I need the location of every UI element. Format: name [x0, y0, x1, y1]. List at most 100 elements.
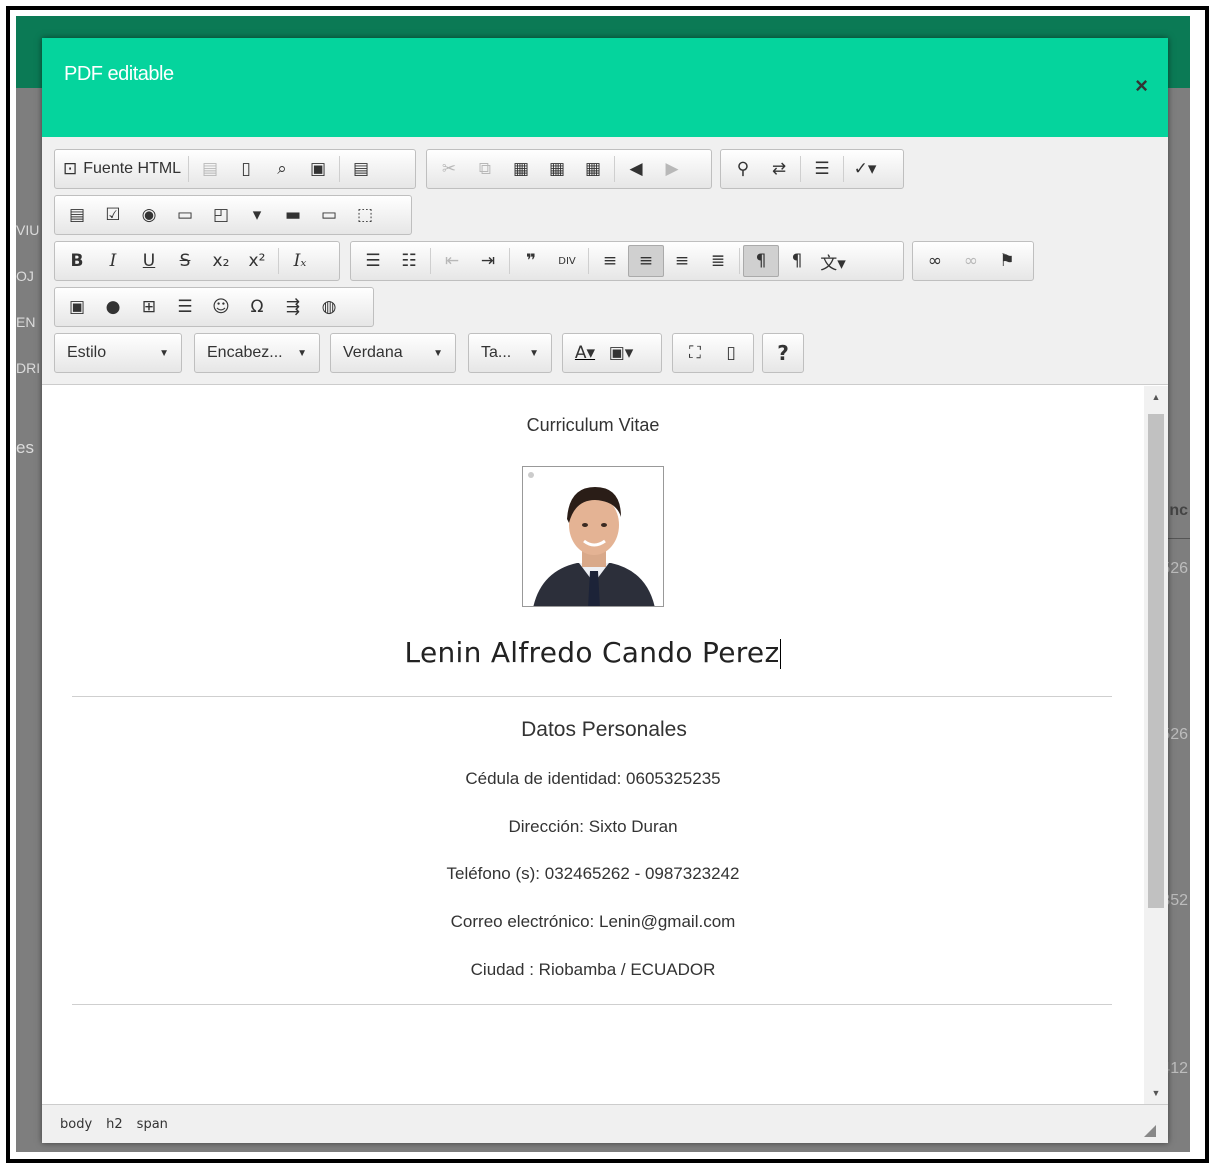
indent-icon[interactable]: ⇥: [470, 245, 506, 277]
font-value: Verdana: [343, 344, 403, 361]
toolbar-group-links: ∞ ∞ ⚑: [912, 241, 1034, 281]
outdent-icon[interactable]: ⇤: [434, 245, 470, 277]
align-left-icon[interactable]: ≡: [592, 245, 628, 277]
replace-icon[interactable]: ⇄: [761, 153, 797, 185]
background-text: es: [16, 438, 34, 457]
select-all-icon[interactable]: ☰: [804, 153, 840, 185]
italic-icon[interactable]: I: [95, 245, 131, 277]
align-right-icon[interactable]: ≡: [664, 245, 700, 277]
ltr-icon[interactable]: ¶: [743, 245, 779, 277]
cut-icon[interactable]: ✂: [431, 153, 467, 185]
help-button[interactable]: ?: [768, 337, 798, 369]
save-icon[interactable]: ▤: [192, 153, 228, 185]
new-page-icon[interactable]: ▯: [228, 153, 264, 185]
modal-header: PDF editable ×: [42, 38, 1168, 137]
size-dropdown[interactable]: Ta... ▼: [468, 333, 552, 373]
toolbar-group-tools: ⛶ ▯: [672, 333, 754, 373]
hiddenfield-icon[interactable]: ⬚: [347, 199, 383, 231]
unlink-icon[interactable]: ∞: [953, 245, 989, 277]
justify-icon[interactable]: ≣: [700, 245, 736, 277]
info-line: Cédula de identidad: 0605325235: [465, 769, 721, 788]
candidate-name: Lenin Alfredo Cando Perez: [42, 636, 1144, 669]
background-text: DRI: [16, 360, 41, 376]
source-icon: ⊡: [63, 159, 78, 179]
copy-icon[interactable]: ⧉: [467, 153, 503, 185]
textfield-icon[interactable]: ▭: [167, 199, 203, 231]
spellcheck-icon[interactable]: ✓▾: [847, 153, 883, 185]
numbered-list-icon[interactable]: ☰: [355, 245, 391, 277]
strike-icon[interactable]: S: [167, 245, 203, 277]
bulleted-list-icon[interactable]: ☷: [391, 245, 427, 277]
font-dropdown[interactable]: Verdana ▼: [330, 333, 456, 373]
text-color-icon[interactable]: A▾: [567, 337, 603, 369]
align-center-icon[interactable]: ≡: [628, 245, 664, 277]
scroll-down-icon[interactable]: ▼: [1144, 1088, 1168, 1098]
path-item-span[interactable]: span: [137, 1117, 168, 1132]
redo-icon[interactable]: ▶: [654, 153, 690, 185]
templates-icon[interactable]: ▤: [343, 153, 379, 185]
maximize-icon[interactable]: ⛶: [677, 337, 713, 369]
close-button[interactable]: ×: [1135, 75, 1148, 97]
div-icon[interactable]: DIV: [549, 245, 585, 277]
style-value: Estilo: [67, 344, 107, 361]
smiley-icon[interactable]: ☺: [203, 291, 239, 323]
link-icon[interactable]: ∞: [917, 245, 953, 277]
table-icon[interactable]: ⊞: [131, 291, 167, 323]
find-icon[interactable]: ⚲: [725, 153, 761, 185]
scrollbar-thumb[interactable]: [1148, 414, 1164, 908]
paste-word-icon[interactable]: ▦: [575, 153, 611, 185]
format-dropdown[interactable]: Encabez... ▼: [194, 333, 320, 373]
subscript-icon[interactable]: x₂: [203, 245, 239, 277]
toolbar-group-document: ⊡ Fuente HTML ▤ ▯ ⌕ ▣ ▤: [54, 149, 416, 189]
blockquote-icon[interactable]: ❞: [513, 245, 549, 277]
page-break-icon[interactable]: ⇶: [275, 291, 311, 323]
iframe-icon[interactable]: ◍: [311, 291, 347, 323]
chevron-down-icon: ▼: [529, 347, 539, 359]
path-item-h2[interactable]: h2: [106, 1117, 123, 1132]
print-icon[interactable]: ▣: [300, 153, 336, 185]
imagebutton-icon[interactable]: ▭: [311, 199, 347, 231]
element-path-bar: body h2 span: [42, 1104, 1168, 1143]
background-column-header: nc: [1169, 502, 1188, 519]
textarea-icon[interactable]: ◰: [203, 199, 239, 231]
scroll-up-icon[interactable]: ▲: [1144, 392, 1168, 402]
content-scrollbar[interactable]: ▲ ▼: [1144, 386, 1168, 1104]
underline-icon[interactable]: U: [131, 245, 167, 277]
path-item-body[interactable]: body: [60, 1117, 92, 1132]
undo-icon[interactable]: ◀: [618, 153, 654, 185]
info-line: Correo electrónico: Lenin@gmail.com: [450, 912, 736, 931]
show-blocks-icon[interactable]: ▯: [713, 337, 749, 369]
horizontal-rule-icon[interactable]: ☰: [167, 291, 203, 323]
image-icon[interactable]: ▣: [59, 291, 95, 323]
background-text: EN: [16, 314, 36, 330]
paste-text-icon[interactable]: ▦: [539, 153, 575, 185]
editor-content[interactable]: Curriculum Vitae Lenin Alfredo Cando Per…: [42, 386, 1144, 1104]
preview-icon[interactable]: ⌕: [264, 153, 300, 185]
source-button[interactable]: ⊡ Fuente HTML: [59, 153, 185, 185]
form-icon[interactable]: ▤: [59, 199, 95, 231]
info-line: Dirección: Sixto Duran: [508, 817, 678, 836]
resize-grip-icon[interactable]: [1144, 1125, 1156, 1137]
toolbar-group-paragraph: ☰ ☷ ⇤ ⇥ ❞ DIV ≡ ≡ ≡ ≣ ¶ ¶ 文▾: [350, 241, 904, 281]
radio-icon[interactable]: ◉: [131, 199, 167, 231]
section-title: Datos Personales: [521, 718, 687, 741]
candidate-name-text: Lenin Alfredo Cando Perez: [404, 636, 780, 669]
bg-color-icon[interactable]: ▣▾: [603, 337, 639, 369]
size-value: Ta...: [481, 344, 512, 361]
bold-icon[interactable]: B: [59, 245, 95, 277]
anchor-icon[interactable]: ⚑: [989, 245, 1025, 277]
source-label: Fuente HTML: [83, 160, 182, 177]
checkbox-icon[interactable]: ☑: [95, 199, 131, 231]
flash-icon[interactable]: ●: [95, 291, 131, 323]
style-dropdown[interactable]: Estilo ▼: [54, 333, 182, 373]
toolbar-group-forms: ▤ ☑ ◉ ▭ ◰ ▾ ▬ ▭ ⬚: [54, 195, 412, 235]
special-char-icon[interactable]: Ω: [239, 291, 275, 323]
button-icon[interactable]: ▬: [275, 199, 311, 231]
select-icon[interactable]: ▾: [239, 199, 275, 231]
info-line: Teléfono (s): 032465262 - 0987323242: [446, 864, 740, 883]
paste-icon[interactable]: ▦: [503, 153, 539, 185]
language-icon[interactable]: 文▾: [815, 245, 851, 277]
remove-format-icon[interactable]: Iₓ: [282, 245, 318, 277]
superscript-icon[interactable]: x²: [239, 245, 275, 277]
rtl-icon[interactable]: ¶: [779, 245, 815, 277]
